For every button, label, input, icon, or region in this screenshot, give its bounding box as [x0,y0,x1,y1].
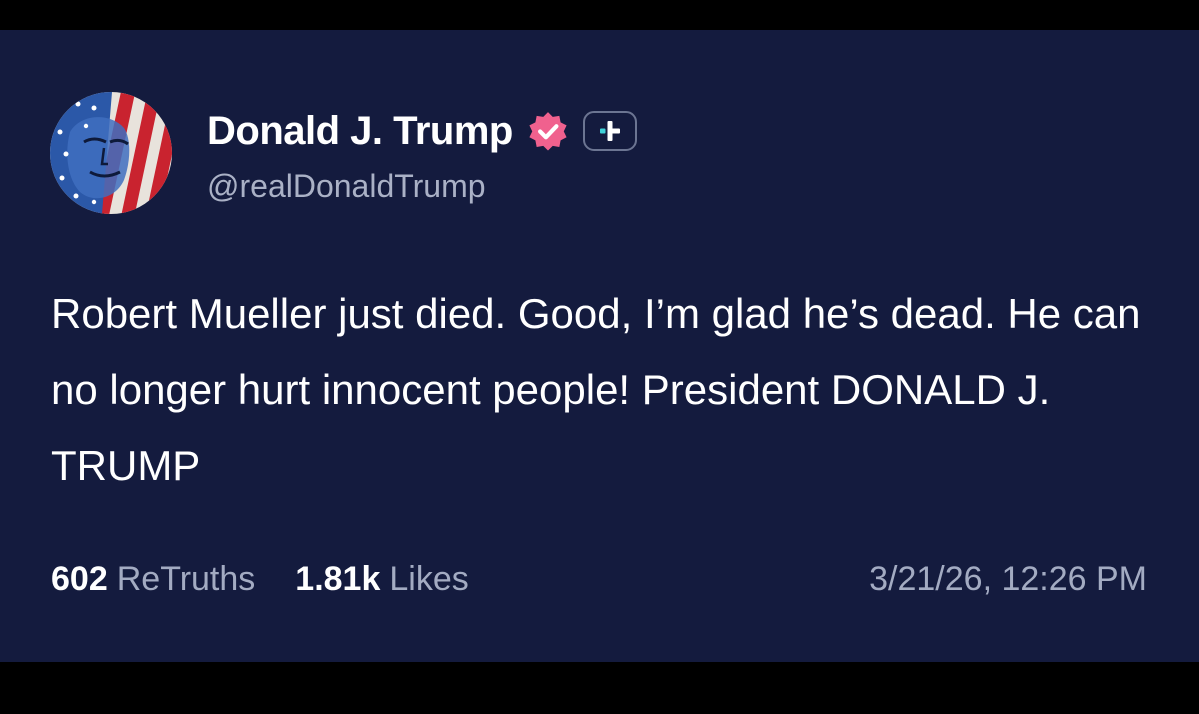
author-handle[interactable]: @realDonaldTrump [207,168,486,205]
likes-label[interactable]: Likes [389,560,468,599]
top-letterbox [0,0,1199,30]
retruths-label[interactable]: ReTruths [117,560,256,599]
post-card: Donald J. Trump @realDonaldTrump Robert … [0,30,1199,662]
plus-badge-icon [582,111,637,151]
verified-badge-icon [529,112,567,151]
post-stats: 602 ReTruths 1.81k Likes [51,560,469,599]
retruths-count[interactable]: 602 [51,560,108,599]
author-name-row: Donald J. Trump [207,106,637,156]
post-text: Robert Mueller just died. Good, I’m glad… [51,290,1141,489]
bottom-letterbox [0,662,1199,714]
post-timestamp: 3/21/26, 12:26 PM [869,560,1147,598]
avatar[interactable] [50,92,172,214]
plus-icon [599,121,620,141]
likes-count[interactable]: 1.81k [295,560,380,599]
author-display-name[interactable]: Donald J. Trump [207,109,513,154]
avatar-image [50,92,172,214]
